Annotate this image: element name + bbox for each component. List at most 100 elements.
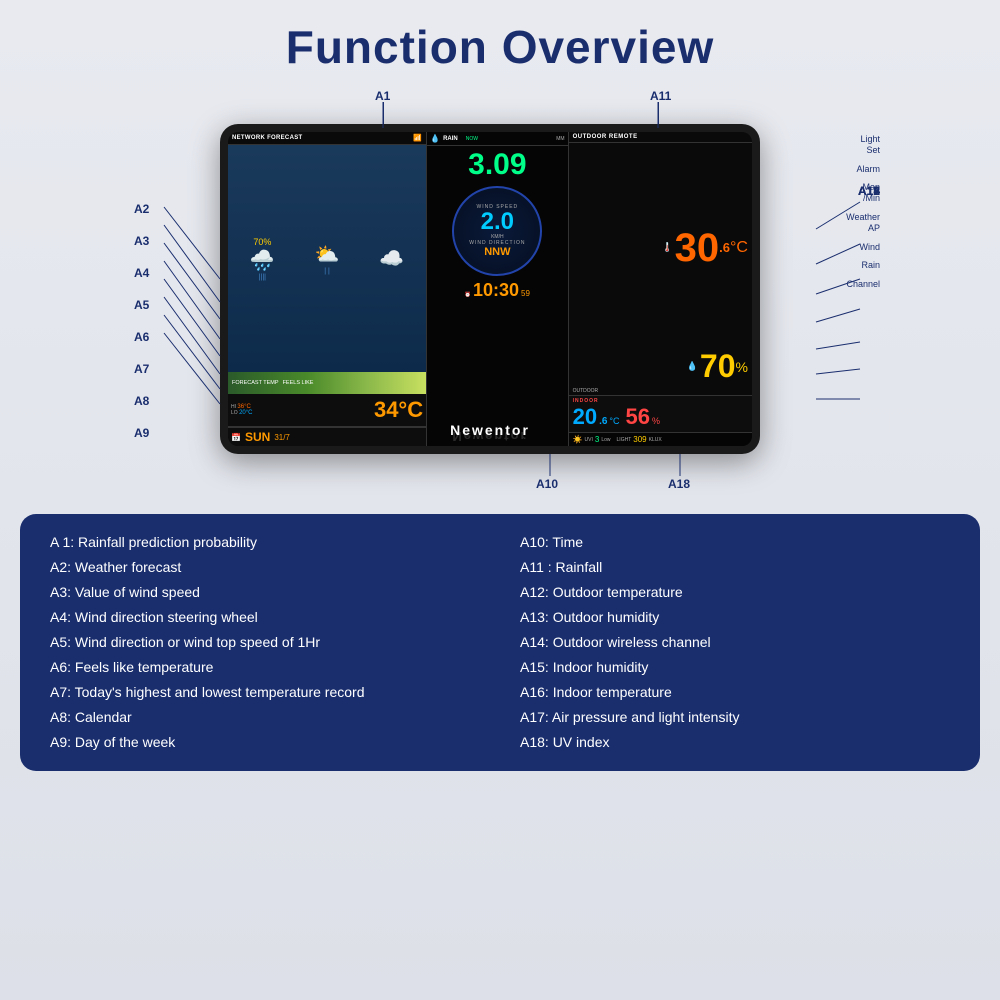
now-label: NOW <box>466 136 478 142</box>
calendar-icon: 📅 <box>231 433 241 442</box>
outdoor-label: OUTDOOR <box>569 387 752 395</box>
rain-drop-icon: 💧 <box>430 134 440 143</box>
info-item-a5: A5: Wind direction or wind top speed of … <box>50 632 480 653</box>
feels-like-temp: 34°C <box>374 397 423 423</box>
info-item-a10: A10: Time <box>520 532 950 553</box>
outdoor-temp: 30 <box>675 228 720 268</box>
info-item-a12: A12: Outdoor temperature <box>520 582 950 603</box>
info-item-a1: A 1: Rainfall prediction probability <box>50 532 480 553</box>
info-item-a17: A17: Air pressure and light intensity <box>520 707 950 728</box>
left-annotations: A2 A3 A4 A5 A6 A7 A8 A9 <box>134 202 149 440</box>
indoor-section: INDOOR 20 .6 °C 56 % <box>569 395 752 432</box>
btn-label-3: WeatherAP <box>846 212 880 234</box>
indoor-humidity-unit: % <box>652 416 660 426</box>
annotation-a7: A7 <box>134 362 149 376</box>
panel-left: NETWORK FORECAST 📶 70% 🌧️ |||| ⛅ <box>228 132 427 446</box>
outdoor-temp-decimal: .6 <box>719 240 730 255</box>
time-display: 10:30 <box>473 280 519 301</box>
annotation-a6: A6 <box>134 330 149 344</box>
rain-lines-1: |||| <box>259 274 266 281</box>
annotation-a1: A1 <box>375 89 390 103</box>
info-item-a13: A13: Outdoor humidity <box>520 607 950 628</box>
compass-inner: WIND SPEED 2.0 KM/H WIND DIRECTION NNW <box>469 204 525 258</box>
info-item-a2: A2: Weather forecast <box>50 557 480 578</box>
info-item-a11: A11 : Rainfall <box>520 557 950 578</box>
outdoor-temp-area: 🌡️ 30 .6 °C <box>569 143 752 348</box>
feels-like-bar-label: FEELS LIKE <box>283 380 314 386</box>
clock-icon: ⏰ <box>465 292 471 298</box>
outdoor-header: OUTDOOR REMOTE <box>569 132 752 143</box>
weather-device: NETWORK FORECAST 📶 70% 🌧️ |||| ⛅ <box>220 124 760 454</box>
annotation-a17: A17 <box>858 184 880 198</box>
temp-section: HI 36°C LO 20°C 34°C <box>228 394 426 427</box>
weather-forecast-area: 70% 🌧️ |||| ⛅ | | ☁️ <box>228 145 426 372</box>
uvi-section: ☀️ UVI 3 Low <box>573 435 611 444</box>
light-label: LIGHT <box>617 437 632 443</box>
info-col-right: A10: Time A11 : Rainfall A12: Outdoor te… <box>520 532 950 753</box>
outdoor-humidity: 70 <box>700 348 736 385</box>
info-item-a14: A14: Outdoor wireless channel <box>520 632 950 653</box>
annotation-a3: A3 <box>134 234 149 248</box>
btn-label-6: Channel <box>846 279 880 290</box>
annotation-a10: A10 <box>536 477 558 491</box>
forecast-bar: FORECAST TEMP FEELS LIKE <box>228 372 426 394</box>
outdoor-humidity-area: 💧 70 % <box>569 348 752 387</box>
info-item-a9: A9: Day of the week <box>50 732 480 753</box>
panel-center: 💧 RAIN NOW MM 3.09 <box>427 132 568 446</box>
annotation-a8: A8 <box>134 394 149 408</box>
annotation-a11: A11 <box>650 89 671 103</box>
device-screen: NETWORK FORECAST 📶 70% 🌧️ |||| ⛅ <box>228 132 752 446</box>
wind-dir-value: NNW <box>469 246 525 258</box>
light-value: 309 <box>633 435 646 444</box>
rain-header: 💧 RAIN NOW MM <box>427 132 567 146</box>
humidity-percent: 70% <box>253 237 271 247</box>
weather-item-1: 70% 🌧️ |||| <box>250 237 275 281</box>
rain-label: RAIN <box>443 136 458 142</box>
humidity-icon: 💧 <box>687 361 698 372</box>
page-container: Function Overview A1 A11 NETWORK FORECAS… <box>0 0 1000 1000</box>
info-item-a18: A18: UV index <box>520 732 950 753</box>
uvi-sub: Low <box>601 437 610 443</box>
uvi-label: UVI <box>585 437 593 443</box>
hi-lo-temps: HI 36°C LO 20°C <box>231 404 252 416</box>
uv-icon: ☀️ <box>573 435 583 444</box>
rain-lines-2: | | <box>324 268 330 275</box>
mm-label: MM <box>556 136 564 142</box>
time-section: ⏰ 10:30 59 <box>465 278 530 303</box>
brand-reflection: Newentor <box>452 429 527 444</box>
indoor-row: 20 .6 °C 56 % <box>573 404 748 430</box>
annotation-a9: A9 <box>134 426 149 440</box>
page-title: Function Overview <box>286 20 715 74</box>
btn-label-1: Alarm <box>846 164 880 175</box>
indoor-temp-unit: °C <box>609 416 619 426</box>
wind-speed-value: 2.0 <box>469 210 525 234</box>
wifi-icon: 📶 <box>413 134 422 142</box>
screen-top: NETWORK FORECAST 📶 70% 🌧️ |||| ⛅ <box>228 132 752 446</box>
light-section: LIGHT 309 KLUX <box>617 435 662 444</box>
thermometer-icon: 🌡️ <box>661 242 672 253</box>
btn-label-0: LightSet <box>846 134 880 156</box>
date-label: 31/7 <box>274 433 290 442</box>
indoor-temp-decimal: .6 <box>599 416 607 427</box>
panel-right: OUTDOOR REMOTE 🌡️ 30 .6 °C 💧 70 % OU <box>569 132 752 446</box>
forecast-temp-label: FORECAST TEMP <box>232 380 279 386</box>
time-sub: 59 <box>521 289 530 298</box>
btn-label-5: Rain <box>846 260 880 271</box>
diagram-section: A1 A11 NETWORK FORECAST 📶 <box>120 84 880 504</box>
outdoor-temp-unit: °C <box>730 239 748 257</box>
day-label: SUN <box>245 430 270 444</box>
weather-item-2: ⛅ | | <box>315 242 340 275</box>
cloud-icon-3: ☁️ <box>379 246 404 271</box>
lo-temp: LO 20°C <box>231 410 252 416</box>
rain-value: 3.09 <box>468 148 526 182</box>
btn-label-4: Wind <box>846 242 880 253</box>
info-item-a16: A16: Indoor temperature <box>520 682 950 703</box>
network-forecast-label: NETWORK FORECAST <box>232 135 302 141</box>
annotation-a4: A4 <box>134 266 149 280</box>
info-item-a15: A15: Indoor humidity <box>520 657 950 678</box>
wind-compass: N S E W WIND SPEED 2.0 KM/H WIND DIRECTI… <box>452 186 542 276</box>
outdoor-humidity-unit: % <box>736 359 748 375</box>
info-item-a6: A6: Feels like temperature <box>50 657 480 678</box>
info-item-a8: A8: Calendar <box>50 707 480 728</box>
cloud-icon-1: 🌧️ <box>250 248 275 273</box>
